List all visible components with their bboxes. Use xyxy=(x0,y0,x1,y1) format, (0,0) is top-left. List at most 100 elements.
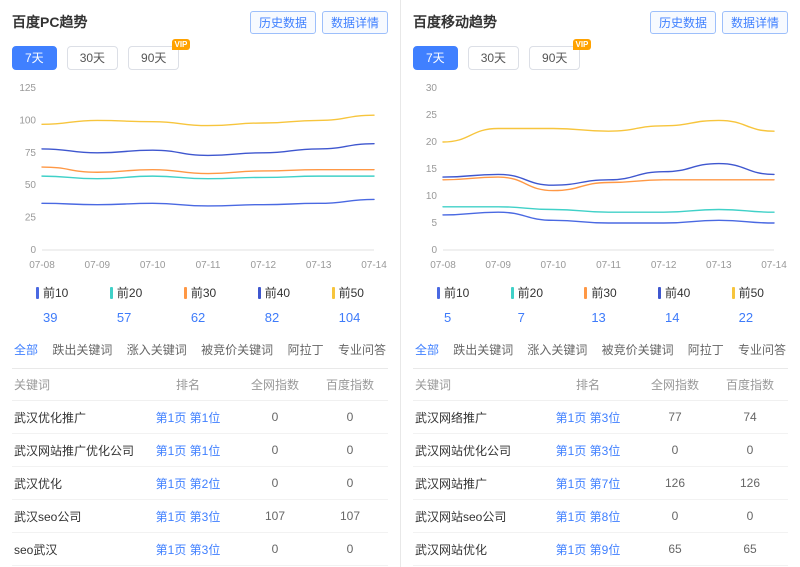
filter-tab-全部[interactable]: 全部 xyxy=(14,341,38,358)
keyword-cell[interactable]: 武汉seo公司 xyxy=(14,508,140,525)
legend-value: 57 xyxy=(117,310,142,325)
keyword-cell[interactable]: 武汉网站推广 xyxy=(415,475,540,492)
legend-item[interactable]: 前2057 xyxy=(110,284,142,325)
legend-item[interactable]: 前207 xyxy=(511,284,543,325)
rank-cell[interactable]: 第1页 第3位 xyxy=(140,508,236,525)
rank-cell[interactable]: 第1页 第3位 xyxy=(540,409,636,426)
baidu-index-cell: 107 xyxy=(314,509,386,523)
panel-baidu-mobile-trend: 百度移动趋势 历史数据 数据详情 7天30天90天VIP 05101520253… xyxy=(400,0,800,567)
table-row: seo武汉第1页 第3位00 xyxy=(12,533,388,566)
legend-item[interactable]: 前1039 xyxy=(36,284,68,325)
panel-title: 百度PC趋势 xyxy=(12,12,87,32)
keyword-cell[interactable]: 武汉网站seo公司 xyxy=(415,508,540,525)
filter-tab-跌出关键词[interactable]: 跌出关键词 xyxy=(453,341,513,358)
baidu-index-cell: 0 xyxy=(714,443,786,457)
legend-value: 62 xyxy=(191,310,216,325)
keyword-filter-tabs: 全部跌出关键词涨入关键词被竞价关键词阿拉丁专业问答 xyxy=(413,341,788,369)
legend-top: 前50 xyxy=(732,284,764,301)
keyword-cell[interactable]: 武汉优化 xyxy=(14,475,140,492)
column-header: 全网指数 xyxy=(236,376,314,393)
filter-tab-被竞价关键词[interactable]: 被竞价关键词 xyxy=(201,341,273,358)
svg-text:20: 20 xyxy=(426,137,438,148)
chart-legend: 前10 5 前207 前3013 前4014 前5022 xyxy=(413,284,788,325)
filter-tab-涨入关键词[interactable]: 涨入关键词 xyxy=(127,341,187,358)
column-header: 排名 xyxy=(540,376,636,393)
filter-tab-专业问答[interactable]: 专业问答 xyxy=(738,341,786,358)
table-row: 武汉seo公司第1页 第3位107107 xyxy=(12,500,388,533)
legend-value: 82 xyxy=(265,310,290,325)
rank-cell[interactable]: 第1页 第3位 xyxy=(140,541,236,558)
table-header-row: 关键词排名全网指数百度指数 xyxy=(12,369,388,401)
baidu-index-cell: 0 xyxy=(314,410,386,424)
column-header: 全网指数 xyxy=(636,376,714,393)
legend-color-bar xyxy=(732,287,735,299)
rank-cell[interactable]: 第1页 第3位 xyxy=(540,442,636,459)
site-index-cell: 126 xyxy=(636,476,714,490)
legend-label: 前50 xyxy=(339,284,364,301)
svg-text:0: 0 xyxy=(30,245,36,256)
rank-cell[interactable]: 第1页 第8位 xyxy=(540,508,636,525)
legend-item[interactable]: 前4014 xyxy=(658,284,690,325)
filter-tab-被竞价关键词[interactable]: 被竞价关键词 xyxy=(602,341,674,358)
svg-text:07-08: 07-08 xyxy=(430,260,456,271)
filter-tab-专业问答[interactable]: 专业问答 xyxy=(338,341,386,358)
rank-cell[interactable]: 第1页 第9位 xyxy=(540,541,636,558)
legend-value: 5 xyxy=(444,310,469,325)
filter-tab-阿拉丁[interactable]: 阿拉丁 xyxy=(288,341,324,358)
legend-color-bar xyxy=(437,287,440,299)
data-details-button[interactable]: 数据详情 xyxy=(322,11,388,34)
table-row: 武汉优化第1页 第2位00 xyxy=(12,467,388,500)
vip-badge: VIP xyxy=(172,39,191,50)
filter-tab-全部[interactable]: 全部 xyxy=(415,341,439,358)
legend-item[interactable]: 前40 82 xyxy=(258,284,290,325)
keyword-cell[interactable]: seo武汉 xyxy=(14,541,140,558)
site-index-cell: 0 xyxy=(236,542,314,556)
keyword-cell[interactable]: 武汉优化推广 xyxy=(14,409,140,426)
legend-value: 13 xyxy=(591,310,616,325)
keyword-cell[interactable]: 武汉网站推广优化公司 xyxy=(14,442,140,459)
legend-label: 前10 xyxy=(444,284,469,301)
legend-top: 前10 xyxy=(437,284,469,301)
trend-line-chart[interactable]: 05101520253007-0807-0907-1007-1107-1207-… xyxy=(413,76,788,276)
baidu-index-cell: 0 xyxy=(714,509,786,523)
site-index-cell: 77 xyxy=(636,410,714,424)
keyword-cell[interactable]: 武汉网络推广 xyxy=(415,409,540,426)
keyword-cell[interactable]: 武汉网站优化 xyxy=(415,541,540,558)
svg-text:5: 5 xyxy=(431,218,437,229)
baidu-index-cell: 65 xyxy=(714,542,786,556)
legend-label: 前30 xyxy=(191,284,216,301)
rank-cell[interactable]: 第1页 第1位 xyxy=(140,442,236,459)
filter-tab-阿拉丁[interactable]: 阿拉丁 xyxy=(688,341,724,358)
range-tab-30天[interactable]: 30天 xyxy=(67,46,118,70)
svg-text:75: 75 xyxy=(25,148,37,159)
history-data-button[interactable]: 历史数据 xyxy=(650,11,716,34)
filter-tab-涨入关键词[interactable]: 涨入关键词 xyxy=(527,341,587,358)
column-header: 关键词 xyxy=(415,376,540,393)
trend-line-chart[interactable]: 025507510012507-0807-0907-1007-1107-1207… xyxy=(12,76,388,276)
legend-item[interactable]: 前30 62 xyxy=(184,284,216,325)
legend-item[interactable]: 前3013 xyxy=(584,284,616,325)
legend-item[interactable]: 前50104 xyxy=(332,284,364,325)
legend-item[interactable]: 前5022 xyxy=(732,284,764,325)
range-tab-7天[interactable]: 7天 xyxy=(413,46,458,70)
data-details-button[interactable]: 数据详情 xyxy=(722,11,788,34)
rank-cell[interactable]: 第1页 第7位 xyxy=(540,475,636,492)
rank-cell[interactable]: 第1页 第1位 xyxy=(140,409,236,426)
panel-actions: 历史数据 数据详情 xyxy=(650,11,788,34)
legend-top: 前20 xyxy=(511,284,543,301)
history-data-button[interactable]: 历史数据 xyxy=(250,11,316,34)
range-tab-7天[interactable]: 7天 xyxy=(12,46,57,70)
legend-label: 前40 xyxy=(265,284,290,301)
legend-item[interactable]: 前10 5 xyxy=(437,284,469,325)
range-tab-90天[interactable]: 90天VIP xyxy=(529,46,580,70)
keyword-cell[interactable]: 武汉网站优化公司 xyxy=(415,442,540,459)
range-tab-30天[interactable]: 30天 xyxy=(468,46,519,70)
range-tab-90天[interactable]: 90天VIP xyxy=(128,46,179,70)
svg-text:50: 50 xyxy=(25,180,37,191)
baidu-index-cell: 74 xyxy=(714,410,786,424)
filter-tab-跌出关键词[interactable]: 跌出关键词 xyxy=(52,341,112,358)
rank-cell[interactable]: 第1页 第2位 xyxy=(140,475,236,492)
panel-actions: 历史数据 数据详情 xyxy=(250,11,388,34)
range-tabs: 7天 30天 90天VIP xyxy=(12,46,388,70)
site-index-cell: 0 xyxy=(236,476,314,490)
